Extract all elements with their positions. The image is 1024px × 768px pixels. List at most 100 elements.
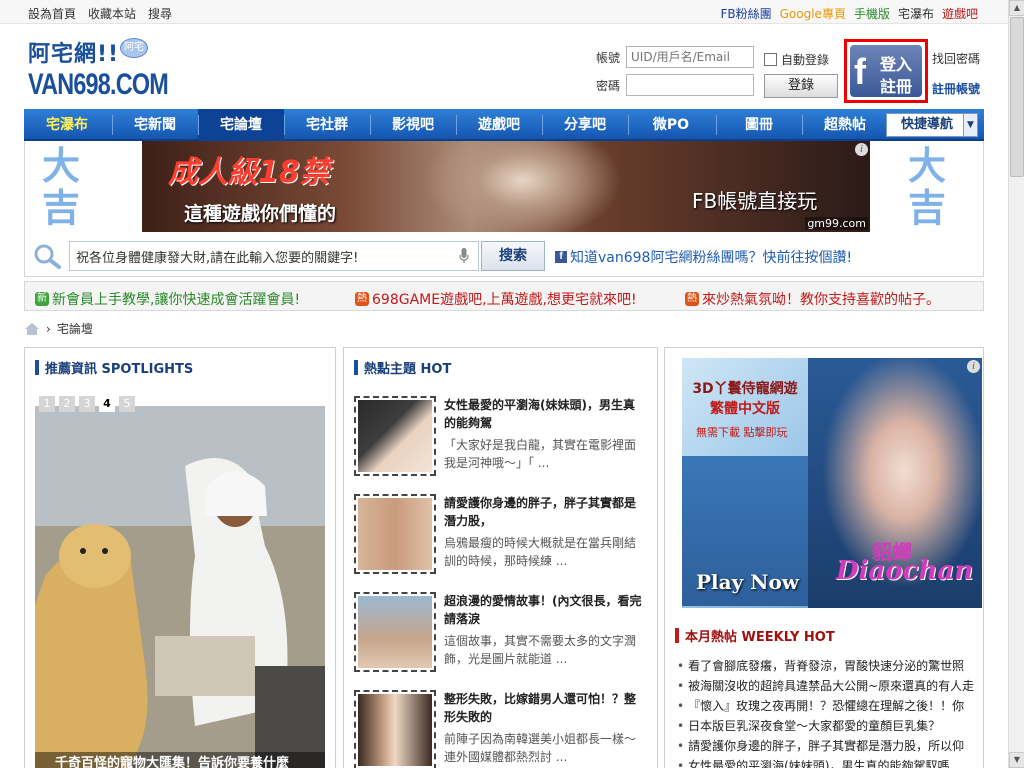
play-now-button[interactable]: Play Now: [696, 570, 799, 594]
home-icon[interactable]: [24, 322, 40, 336]
main-nav: 快捷導航 ▼ 宅瀑布 宅新聞 宅論壇 宅社群 影視吧 遊戲吧 分享吧 微PO 圖冊 超熱帖: [24, 109, 984, 141]
account-links: 找回密碼 註冊帳號: [932, 50, 980, 97]
ad-info-icon[interactable]: i: [967, 360, 980, 373]
nav-divider: [628, 115, 629, 135]
notice-item-1[interactable]: 熱 698GAME遊戲吧,上萬遊戲,想更宅就來吧!: [355, 289, 637, 309]
slide-number-4[interactable]: 4: [99, 396, 115, 412]
ad-info-icon[interactable]: i: [855, 143, 868, 156]
notice-item-2[interactable]: 熱來炒熱氣氛呦！教你支持喜歡的帖子。: [685, 289, 940, 309]
hot-topic-item[interactable]: 請愛護你身邊的胖子，胖子其實都是潛力股， 烏鴉最瘦的時候大概就是在當兵剛結訓的時候…: [354, 494, 644, 584]
login-button[interactable]: 登錄: [764, 74, 838, 98]
auto-login[interactable]: 自動登錄: [764, 51, 829, 68]
account-input[interactable]: [626, 46, 754, 68]
scroll-up-arrow-icon[interactable]: ▲: [1009, 0, 1024, 16]
weekly-title: 本月熱帖 WEEKLY HOT: [685, 630, 835, 645]
hot-topic-item[interactable]: 超浪漫的愛情故事！(內文很長，看完請落淚 這個故事，其實不需要太多的文字潤飾，光是…: [354, 592, 644, 682]
fan-page-link[interactable]: 知道van698阿宅網粉絲團嗎？快前往按個讚!: [570, 247, 852, 267]
thumbnail-image: [358, 498, 432, 570]
hot-topic-item[interactable]: 整形失敗，比嫁錯男人還可怕！？整形失敗的 前陣子因為南韓選美小姐都長一樣～連外國媒…: [354, 690, 644, 768]
banner-ad[interactable]: 成人級18禁 這種遊戲你們懂的 FB帳號直接玩 gm99.com i: [142, 141, 870, 232]
weekly-hot-item[interactable]: • 看了會腳底發癢，背脊發涼，胃酸快速分泌的驚世照: [677, 656, 977, 676]
nav-item-9[interactable]: 超熱帖: [802, 109, 888, 141]
recover-password-link[interactable]: 找回密碼: [932, 50, 980, 67]
account-row: 帳號: [596, 46, 754, 68]
notice-tag-badge: 熱: [685, 292, 699, 306]
slide-number-5[interactable]: 5: [119, 396, 135, 412]
search-bar: 搜索 f 知道van698阿宅網粉絲團嗎？快前往按個讚!: [24, 233, 984, 277]
top-link-0[interactable]: FB粉絲團: [720, 5, 771, 22]
nav-item-3[interactable]: 宅社群: [284, 109, 370, 141]
weekly-hot-item[interactable]: • 『懷入』玫瑰之夜再開！？恐懼總在理解之後！！你: [677, 696, 977, 716]
slide-number-3[interactable]: 3: [79, 396, 95, 412]
page-scrollbar[interactable]: ▲ ▼: [1008, 0, 1024, 768]
bullet-icon: •: [677, 659, 685, 673]
search-button[interactable]: 搜索: [481, 241, 545, 271]
breadcrumb: › 宅論壇: [24, 320, 93, 337]
game-ad[interactable]: 3D丫鬟侍寵網遊 繁體中文版 無需下載 點擊即玩 Play Now 貂蟬 Dia…: [682, 358, 982, 608]
hot-topic-thumbnail[interactable]: [354, 690, 436, 768]
weekly-hot-title: 被海關沒收的超誇具違禁品大公開~原來還真的有人走: [688, 679, 975, 693]
password-input[interactable]: [626, 74, 754, 96]
hot-topic-thumbnail[interactable]: [354, 494, 436, 574]
nav-item-7[interactable]: 微PO: [628, 109, 714, 141]
facebook-small-icon: f: [555, 251, 567, 263]
hot-topic-thumbnail[interactable]: [354, 396, 436, 476]
weekly-hot-item[interactable]: • 請愛護你身邊的胖子，胖子其實都是潛力股，所以仰: [677, 736, 977, 756]
spotlight-caption[interactable]: 千奇百怪的寵物大匯集！告訴你要養什麼: [35, 752, 325, 768]
top-links-left: 設為首頁 收藏本站 搜尋: [28, 5, 172, 22]
microphone-icon[interactable]: [459, 248, 469, 264]
top-link-3[interactable]: 宅瀑布: [898, 5, 934, 22]
hot-topic-item[interactable]: 女性最愛的平瀏海(妹妹頭)，男生真的能夠駕 「大家好是我白龍，其實在電影裡面我是河…: [354, 396, 644, 486]
notice-bar: 新新會員上手教學,讓你快速成會活躍會員! 熱 698GAME遊戲吧,上萬遊戲,想更宅…: [24, 281, 984, 311]
top-link-4[interactable]: 遊戲吧: [942, 5, 978, 22]
nav-item-2[interactable]: 宅論壇: [198, 109, 284, 141]
slide-number-2[interactable]: 2: [59, 396, 75, 412]
search-link[interactable]: 搜尋: [148, 5, 172, 22]
weekly-hot-item[interactable]: • 女性最愛的平瀏海(妹妹頭)，男生真的能夠駕馭嗎: [677, 756, 977, 768]
game-ad-line1: 3D丫鬟侍寵網遊: [692, 381, 798, 397]
banner-row: 大吉 成人級18禁 這種遊戲你們懂的 FB帳號直接玩 gm99.com i 大吉: [24, 141, 984, 233]
nav-item-0[interactable]: 宅瀑布: [24, 109, 110, 141]
scroll-thumb[interactable]: [1010, 17, 1024, 177]
site-logo[interactable]: 阿宅網!! 阿宅 VAN698.COM: [28, 36, 169, 102]
nav-divider: [370, 115, 371, 135]
hot-topic-title[interactable]: 整形失敗，比嫁錯男人還可怕！？整形失敗的: [444, 690, 644, 726]
nav-item-4[interactable]: 影視吧: [370, 109, 456, 141]
search-input[interactable]: [69, 241, 479, 271]
nav-item-8[interactable]: 圖冊: [716, 109, 802, 141]
register-link[interactable]: 註冊帳號: [932, 80, 980, 97]
top-link-2[interactable]: 手機版: [854, 5, 890, 22]
bullet-icon: •: [677, 719, 685, 733]
facebook-login-button[interactable]: f 登入 註冊: [844, 39, 928, 103]
top-link-1[interactable]: Google專頁: [780, 5, 846, 22]
quick-nav-label: 快捷導航: [901, 117, 954, 132]
hot-topic-title[interactable]: 女性最愛的平瀏海(妹妹頭)，男生真的能夠駕: [444, 396, 644, 432]
nav-item-6[interactable]: 分享吧: [542, 109, 628, 141]
hot-topic-thumbnail[interactable]: [354, 592, 436, 672]
notice-item-0[interactable]: 新新會員上手教學,讓你快速成會活躍會員!: [35, 289, 300, 309]
hot-header: 熱點主題 HOT: [354, 358, 451, 377]
nav-item-5[interactable]: 遊戲吧: [456, 109, 542, 141]
weekly-hot-item[interactable]: • 日本版巨乳深夜食堂～大家都愛的童顏巨乳集？: [677, 716, 977, 736]
breadcrumb-current[interactable]: 宅論壇: [57, 320, 93, 337]
set-homepage-link[interactable]: 設為首頁: [28, 5, 76, 22]
hot-topic-title[interactable]: 超浪漫的愛情故事！(內文很長，看完請落淚: [444, 592, 644, 628]
slide-number-1[interactable]: 1: [39, 396, 55, 412]
quick-nav-dropdown[interactable]: 快捷導航 ▼: [886, 113, 978, 137]
scroll-down-arrow-icon[interactable]: ▼: [1009, 752, 1024, 768]
notice-text: 來炒熱氣氛呦！教你支持喜歡的帖子。: [702, 292, 940, 308]
ad-domain: gm99.com: [805, 217, 868, 230]
top-bar: 設為首頁 收藏本站 搜尋 FB粉絲團 Google專頁 手機版 宅瀑布 遊戲吧: [0, 0, 1008, 24]
bullet-icon: •: [677, 699, 685, 713]
bookmark-link[interactable]: 收藏本站: [88, 5, 136, 22]
hot-topic-title[interactable]: 請愛護你身邊的胖子，胖子其實都是潛力股，: [444, 494, 644, 530]
spotlight-image[interactable]: [35, 406, 325, 768]
weekly-hot-item[interactable]: • 被海關沒收的超誇具違禁品大公開~原來還真的有人走: [677, 676, 977, 696]
bullet-icon: •: [677, 759, 685, 768]
weekly-hot-title: 請愛護你身邊的胖子，胖子其實都是潛力股，所以仰: [688, 739, 965, 753]
nav-divider: [112, 115, 113, 135]
weekly-hot-title: 『懷入』玫瑰之夜再開！？恐懼總在理解之後！！你: [688, 699, 965, 713]
nav-item-1[interactable]: 宅新聞: [112, 109, 198, 141]
spotlights-panel: 推薦資訊 SPOTLIGHTS 12345 千奇百怪的寵物大匯集！告訴你要養什麼: [24, 347, 336, 768]
auto-login-checkbox[interactable]: [764, 53, 777, 66]
